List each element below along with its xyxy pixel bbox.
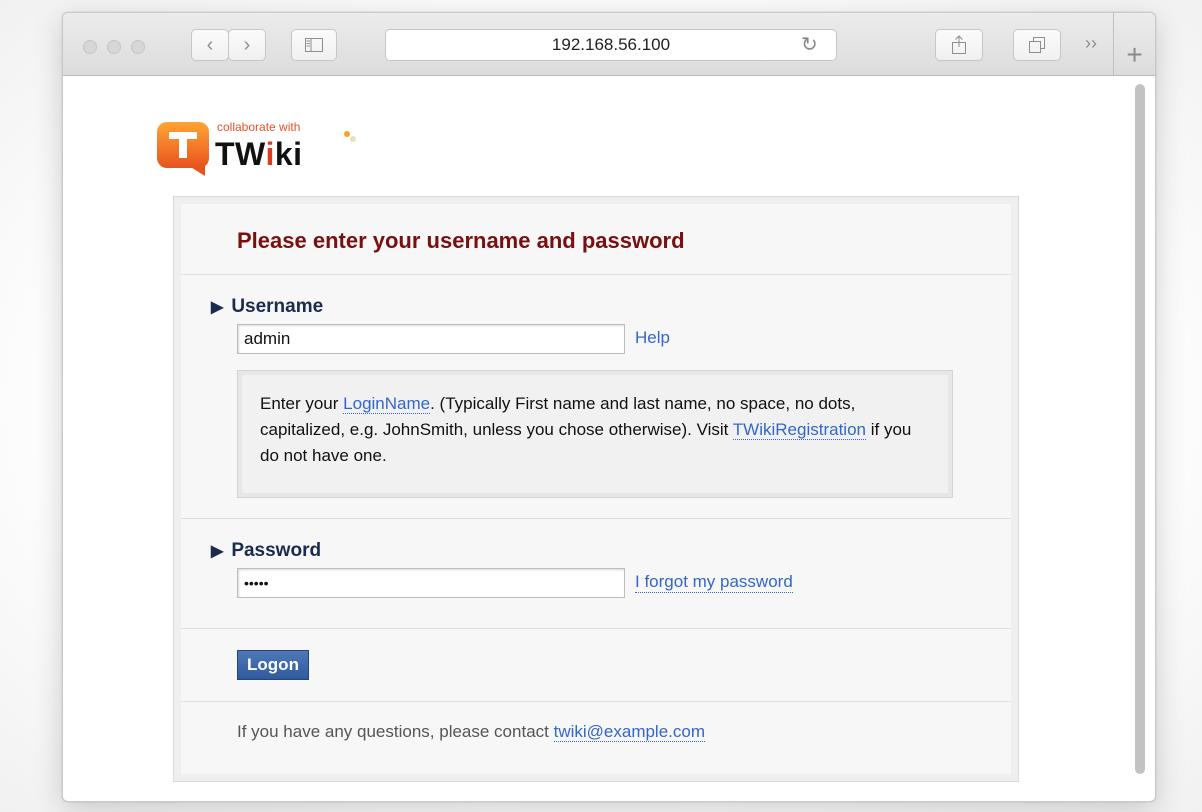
logo-dots-icon: [344, 131, 356, 142]
close-window-button[interactable]: [83, 40, 97, 54]
logo-tagline: collaborate with: [217, 120, 301, 134]
forward-icon: ›: [243, 33, 251, 56]
forgot-password-link[interactable]: I forgot my password: [635, 572, 793, 593]
vertical-scrollbar[interactable]: [1135, 84, 1145, 774]
sidebar-button[interactable]: [291, 29, 337, 61]
zoom-window-button[interactable]: [131, 40, 145, 54]
password-label-text: Password: [231, 540, 322, 561]
username-hint-box: Enter your LoginName. (Typically First n…: [237, 370, 953, 498]
divider: [181, 628, 1011, 629]
login-heading: Please enter your username and password: [237, 228, 685, 253]
login-panel: Please enter your username and password …: [181, 204, 1011, 774]
browser-toolbar: ‹ › 192.168.56.100 ↻ ›› +: [63, 13, 1155, 76]
new-tab-button[interactable]: +: [1113, 13, 1155, 75]
contact-text: If you have any questions, please contac…: [237, 722, 705, 742]
username-label-text: Username: [231, 296, 324, 317]
logo-wordmark: TWiki: [215, 136, 303, 173]
username-hint-text: Enter your LoginName. (Typically First n…: [242, 375, 948, 493]
tabs-icon: [1029, 37, 1045, 53]
share-button[interactable]: [935, 29, 983, 61]
back-icon: ‹: [206, 33, 214, 56]
password-label: ▶ Password: [211, 540, 321, 562]
password-value: •••••: [244, 575, 269, 591]
forward-button[interactable]: ›: [228, 29, 266, 61]
minimize-window-button[interactable]: [107, 40, 121, 54]
logo-word-ki: ki: [274, 136, 303, 172]
tabs-overview-button[interactable]: [1013, 29, 1061, 61]
logon-button[interactable]: Logon: [237, 650, 309, 680]
triangle-right-icon: ▶: [211, 543, 224, 560]
address-bar[interactable]: 192.168.56.100: [385, 29, 837, 61]
overflow-chevron-icon[interactable]: ››: [1085, 33, 1097, 54]
logo-word-tw: TW: [215, 136, 266, 172]
password-input[interactable]: •••••: [237, 568, 625, 598]
triangle-right-icon: ▶: [211, 299, 224, 316]
help-link[interactable]: Help: [635, 328, 670, 348]
username-value: admin: [244, 329, 291, 348]
divider: [181, 274, 1011, 275]
plus-icon: +: [1126, 39, 1143, 70]
divider: [181, 701, 1011, 702]
share-icon: [952, 35, 966, 54]
divider: [181, 518, 1011, 519]
twiki-t-icon: [157, 122, 209, 176]
twiki-logo[interactable]: collaborate with TWiki: [155, 114, 365, 176]
username-input[interactable]: admin: [237, 324, 625, 354]
username-label: ▶ Username: [211, 296, 323, 318]
reload-icon[interactable]: ↻: [801, 32, 818, 57]
twiki-registration-link[interactable]: TWikiRegistration: [732, 420, 866, 440]
logo-word-i: i: [265, 136, 275, 172]
sidebar-icon: [305, 38, 323, 52]
back-button[interactable]: ‹: [191, 29, 229, 61]
hint-prefix: Enter your: [260, 394, 344, 413]
contact-email-link[interactable]: twiki@example.com: [553, 722, 705, 742]
contact-prefix: If you have any questions, please contac…: [237, 722, 554, 741]
loginname-link[interactable]: LoginName: [343, 394, 431, 414]
browser-window: ‹ › 192.168.56.100 ↻ ›› + collaborate wi…: [62, 12, 1156, 802]
address-text: 192.168.56.100: [551, 35, 671, 54]
login-box: Please enter your username and password …: [173, 196, 1019, 782]
page-content: collaborate with TWiki Please enter your…: [63, 76, 1155, 801]
